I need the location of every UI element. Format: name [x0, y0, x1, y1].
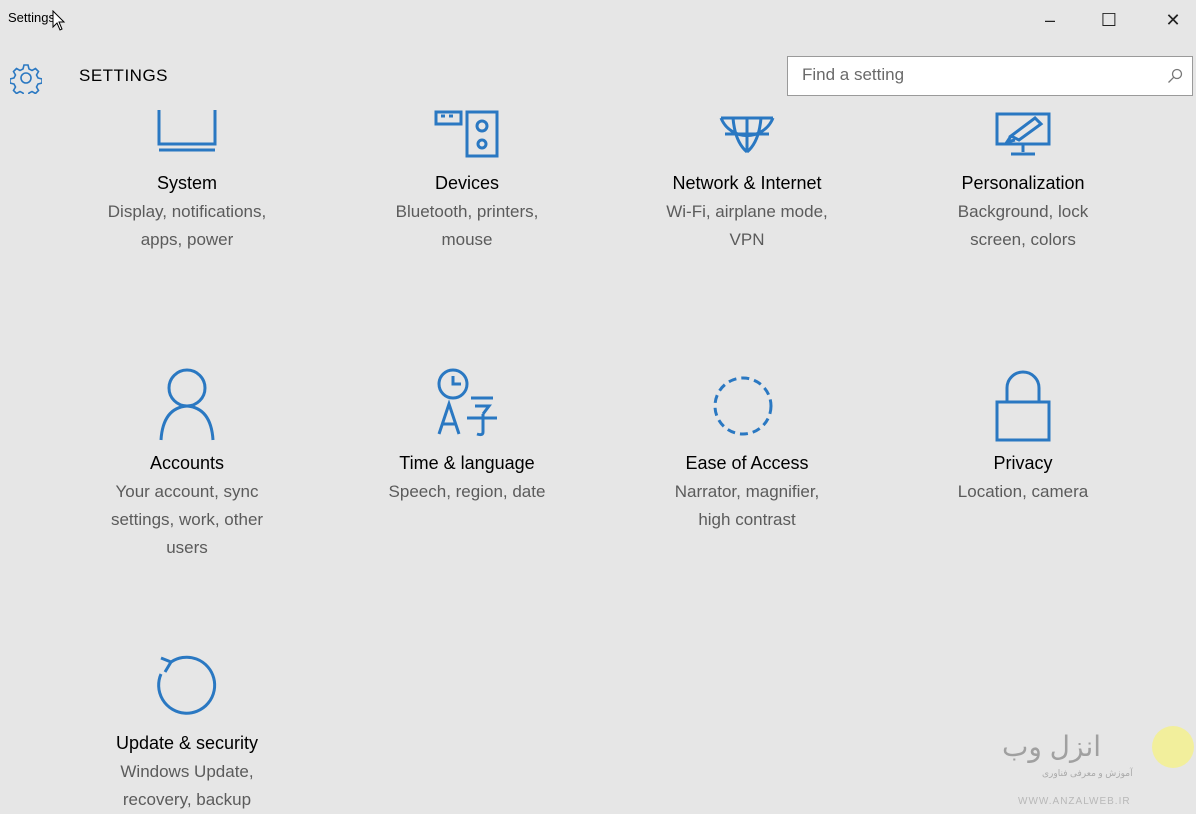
tile-description: Bluetooth, printers, mouse	[395, 202, 539, 249]
tile-description: Background, lock screen, colors	[957, 202, 1089, 249]
tile-label: System	[156, 173, 217, 193]
tile-ease-of-access[interactable]: Ease of Access Narrator, magnifier, high …	[617, 360, 877, 570]
search-icon[interactable]	[1167, 68, 1183, 89]
tile-description: Location, camera	[957, 482, 1089, 501]
tile-label: Accounts	[149, 453, 225, 473]
minimize-button[interactable]: –	[1027, 0, 1073, 40]
update-security-icon	[57, 648, 317, 718]
tile-update-security[interactable]: Update & security Windows Update, recover…	[57, 640, 317, 812]
watermark-tagline: آموزش و معرفی فناوری	[1042, 768, 1133, 778]
privacy-icon	[893, 368, 1153, 444]
close-button[interactable]: ✕	[1150, 0, 1196, 40]
search-box	[787, 56, 1193, 96]
tile-label: Privacy	[993, 453, 1053, 473]
time-language-icon	[337, 366, 597, 438]
mouse-cursor-icon	[52, 9, 66, 37]
devices-icon	[337, 108, 597, 160]
system-icon	[57, 108, 317, 152]
tile-label: Devices	[434, 173, 500, 193]
tile-personalization[interactable]: Personalization Background, lock screen, …	[893, 100, 1153, 260]
watermark-logo: انزل وب آموزش و معرفی فناوری WWW.ANZALWE…	[990, 720, 1196, 812]
gear-icon	[9, 62, 43, 99]
maximize-button[interactable]: ☐	[1086, 0, 1132, 40]
tile-label: Ease of Access	[685, 453, 809, 473]
search-input[interactable]	[788, 57, 1162, 93]
title-bar: Settings – ☐ ✕	[0, 0, 1196, 40]
tile-time-language[interactable]: Time & language Speech, region, date	[337, 360, 597, 570]
window-title: Settings	[8, 10, 55, 25]
watermark-circle	[1152, 726, 1194, 768]
tile-network[interactable]: Network & Internet Wi-Fi, airplane mode,…	[617, 100, 877, 260]
ease-of-access-icon	[617, 370, 877, 440]
tile-description: Wi-Fi, airplane mode, VPN	[666, 202, 828, 249]
tile-system[interactable]: System Display, notifications, apps, powe…	[57, 100, 317, 260]
tile-label: Time & language	[399, 453, 535, 473]
personalization-icon	[893, 108, 1153, 160]
watermark-url: WWW.ANZALWEB.IR	[1018, 796, 1131, 807]
tile-label: Update & security	[115, 733, 259, 753]
watermark-brand: انزل وب	[1002, 731, 1102, 762]
tile-description: Narrator, magnifier, high contrast	[674, 482, 820, 529]
tile-description: Your account, sync settings, work, other u…	[110, 482, 264, 557]
tile-label: Network & Internet	[672, 173, 822, 193]
tile-description: Windows Update, recovery, backup	[120, 762, 254, 809]
tile-description: Speech, region, date	[388, 482, 546, 501]
accounts-icon	[57, 364, 317, 444]
network-icon	[617, 108, 877, 156]
tile-label: Personalization	[961, 173, 1085, 193]
tile-description: Display, notifications, apps, power	[107, 202, 267, 249]
page-title: SETTINGS	[79, 66, 169, 85]
tile-privacy[interactable]: Privacy Location, camera	[893, 360, 1153, 570]
tile-devices[interactable]: Devices Bluetooth, printers, mouse	[337, 100, 597, 260]
tile-accounts[interactable]: Accounts Your account, sync settings, wor…	[57, 360, 317, 570]
